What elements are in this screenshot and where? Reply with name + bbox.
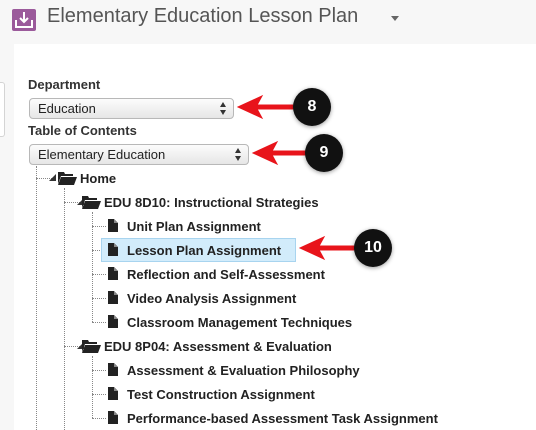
callout-10: 10 bbox=[354, 229, 392, 267]
annotation-arrows bbox=[236, 94, 357, 261]
callout-9: 9 bbox=[305, 134, 343, 172]
callout-8: 8 bbox=[293, 88, 331, 126]
